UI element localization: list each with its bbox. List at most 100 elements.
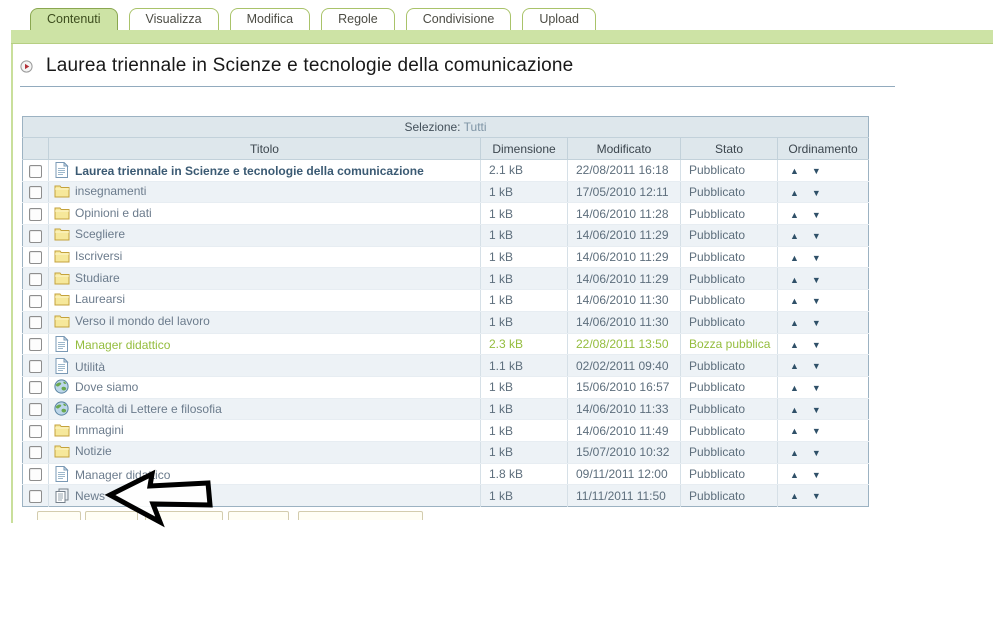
row-checkbox[interactable] xyxy=(29,165,42,178)
content-item-link[interactable]: Studiare xyxy=(75,271,120,285)
row-checkbox[interactable] xyxy=(29,490,42,503)
row-checkbox[interactable] xyxy=(29,446,42,459)
content-item-link[interactable]: Notizie xyxy=(75,444,112,458)
content-item-link[interactable]: Utilità xyxy=(75,360,105,374)
document-icon xyxy=(54,336,70,352)
row-checkbox[interactable] xyxy=(29,425,42,438)
tab-regole[interactable]: Regole xyxy=(321,8,395,30)
row-checkbox[interactable] xyxy=(29,208,42,221)
content-item-link[interactable]: Dove siamo xyxy=(75,380,138,394)
rinomina-button[interactable]: Rinomina xyxy=(145,511,223,520)
content-item-link[interactable]: Facoltà di Lettere e filosofia xyxy=(75,402,222,416)
row-checkbox[interactable] xyxy=(29,403,42,416)
elimina-button[interactable]: Elimina xyxy=(228,511,289,520)
move-down-button[interactable]: ▼ xyxy=(812,340,821,350)
checkbox-cell xyxy=(23,246,49,268)
move-down-button[interactable]: ▼ xyxy=(812,361,821,371)
state-cell: Pubblicato xyxy=(681,463,778,485)
size-cell: 1 kB xyxy=(481,225,568,247)
content-item-link[interactable]: News xyxy=(75,489,105,503)
content-item-link[interactable]: Immagini xyxy=(75,423,124,437)
move-down-button[interactable]: ▼ xyxy=(812,296,821,306)
folder-icon xyxy=(54,184,70,200)
content-item-link[interactable]: Verso il mondo del lavoro xyxy=(75,314,210,328)
tab-modifica[interactable]: Modifica xyxy=(230,8,311,30)
copia-button[interactable]: Copia xyxy=(37,511,81,520)
move-up-button[interactable]: ▲ xyxy=(790,383,799,393)
move-up-button[interactable]: ▲ xyxy=(790,448,799,458)
move-up-button[interactable]: ▲ xyxy=(790,491,799,501)
ordering-cell: ▲▼ xyxy=(778,181,869,203)
move-up-button[interactable]: ▲ xyxy=(790,210,799,220)
move-up-button[interactable]: ▲ xyxy=(790,361,799,371)
move-up-button[interactable]: ▲ xyxy=(790,231,799,241)
move-up-button[interactable]: ▲ xyxy=(790,296,799,306)
content-item-link[interactable]: Laurea triennale in Scienze e tecnologie… xyxy=(75,164,424,178)
row-checkbox[interactable] xyxy=(29,295,42,308)
content-item-link[interactable]: Manager didattico xyxy=(75,338,170,352)
title-cell: Studiare xyxy=(49,268,481,290)
content-type-icon xyxy=(20,60,33,73)
content-item-link[interactable]: Opinioni e dati xyxy=(75,206,152,220)
move-down-button[interactable]: ▼ xyxy=(812,318,821,328)
row-checkbox[interactable] xyxy=(29,381,42,394)
modified-cell: 22/08/2011 13:50 xyxy=(568,333,681,355)
header-ordinamento: Ordinamento xyxy=(778,138,869,160)
move-up-button[interactable]: ▲ xyxy=(790,166,799,176)
move-down-button[interactable]: ▼ xyxy=(812,166,821,176)
move-down-button[interactable]: ▼ xyxy=(812,253,821,263)
row-checkbox[interactable] xyxy=(29,316,42,329)
row-checkbox[interactable] xyxy=(29,468,42,481)
tab-bar: Contenuti Visualizza Modifica Regole Condivi… xyxy=(30,8,596,30)
checkbox-cell xyxy=(23,225,49,247)
tab-visualizza[interactable]: Visualizza xyxy=(129,8,219,30)
move-up-button[interactable]: ▲ xyxy=(790,340,799,350)
row-checkbox[interactable] xyxy=(29,230,42,243)
title-cell: Facoltà di Lettere e filosofia xyxy=(49,398,481,420)
move-down-button[interactable]: ▼ xyxy=(812,405,821,415)
move-up-button[interactable]: ▲ xyxy=(790,253,799,263)
tab-condivisione[interactable]: Condivisione xyxy=(406,8,512,30)
select-all-link[interactable]: Tutti xyxy=(464,120,487,134)
state-cell: Pubblicato xyxy=(681,246,778,268)
move-down-button[interactable]: ▼ xyxy=(812,383,821,393)
taglia-button[interactable]: Taglia xyxy=(85,511,138,520)
move-up-button[interactable]: ▲ xyxy=(790,405,799,415)
content-rows: Laurea triennale in Scienze e tecnologie… xyxy=(23,160,869,507)
title-cell: Dove siamo xyxy=(49,376,481,398)
row-checkbox[interactable] xyxy=(29,251,42,264)
header-stato: Stato xyxy=(681,138,778,160)
size-cell: 1 kB xyxy=(481,268,568,290)
title-cell: Laurearsi xyxy=(49,290,481,312)
move-down-button[interactable]: ▼ xyxy=(812,231,821,241)
tab-upload[interactable]: Upload xyxy=(522,8,596,30)
state-cell: Pubblicato xyxy=(681,398,778,420)
checkbox-cell xyxy=(23,398,49,420)
content-item-link[interactable]: Manager didattico xyxy=(75,468,170,482)
row-checkbox[interactable] xyxy=(29,186,42,199)
move-up-button[interactable]: ▲ xyxy=(790,470,799,480)
move-down-button[interactable]: ▼ xyxy=(812,188,821,198)
ordering-cell: ▲▼ xyxy=(778,355,869,377)
content-item-link[interactable]: Scegliere xyxy=(75,227,125,241)
ordering-cell: ▲▼ xyxy=(778,268,869,290)
row-checkbox[interactable] xyxy=(29,273,42,286)
tab-contenuti[interactable]: Contenuti xyxy=(30,8,118,30)
move-down-button[interactable]: ▼ xyxy=(812,210,821,220)
cambia-stato-button[interactable]: Cambia stato xyxy=(298,511,423,520)
move-down-button[interactable]: ▼ xyxy=(812,448,821,458)
move-up-button[interactable]: ▲ xyxy=(790,318,799,328)
move-down-button[interactable]: ▼ xyxy=(812,275,821,285)
move-up-button[interactable]: ▲ xyxy=(790,188,799,198)
modified-cell: 09/11/2011 12:00 xyxy=(568,463,681,485)
row-checkbox[interactable] xyxy=(29,338,42,351)
content-item-link[interactable]: Laurearsi xyxy=(75,292,125,306)
content-item-link[interactable]: insegnamenti xyxy=(75,184,146,198)
move-down-button[interactable]: ▼ xyxy=(812,470,821,480)
move-down-button[interactable]: ▼ xyxy=(812,426,821,436)
content-item-link[interactable]: Iscriversi xyxy=(75,249,122,263)
move-up-button[interactable]: ▲ xyxy=(790,426,799,436)
row-checkbox[interactable] xyxy=(29,360,42,373)
move-up-button[interactable]: ▲ xyxy=(790,275,799,285)
move-down-button[interactable]: ▼ xyxy=(812,491,821,501)
